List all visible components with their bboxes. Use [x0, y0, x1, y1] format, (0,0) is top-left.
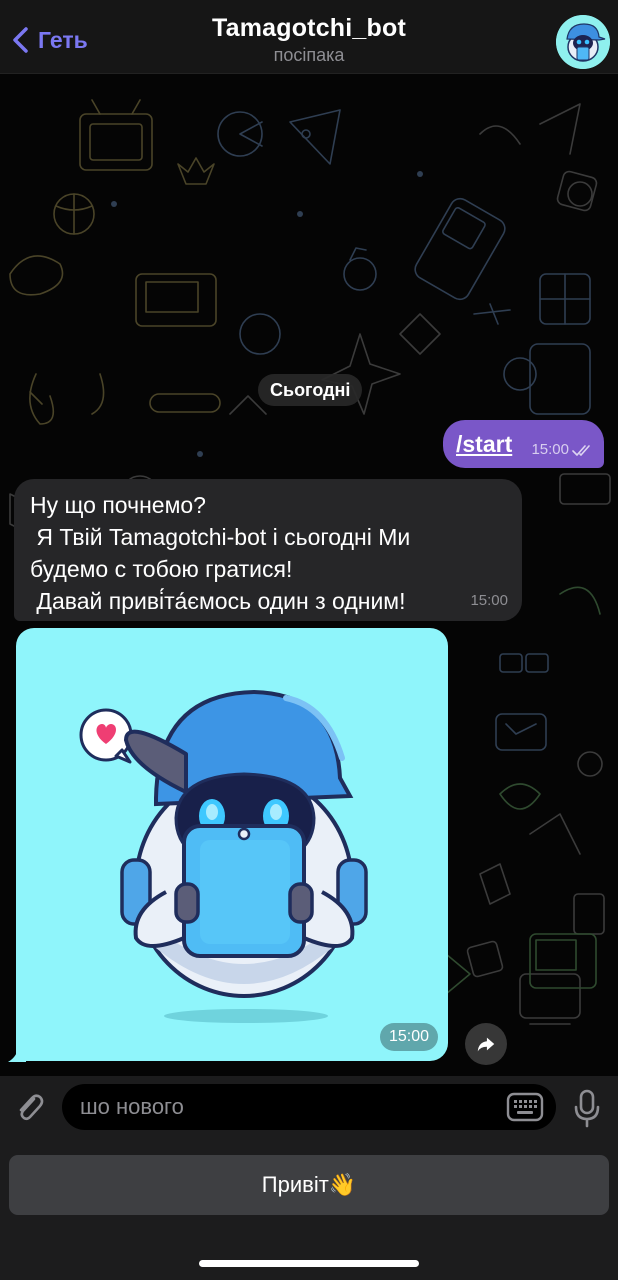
keyboard-icon[interactable]	[506, 1092, 544, 1122]
incoming-message[interactable]: Ну що почнемо? Я Твій Tamagotchi-bot і с…	[14, 479, 522, 621]
paperclip-icon[interactable]	[12, 1090, 48, 1126]
bubble-tail	[8, 1046, 26, 1062]
robot-avatar-icon	[556, 15, 610, 69]
message-input[interactable]	[62, 1084, 556, 1130]
chat-area[interactable]: Сьогодні /start 15:00 Ну що почнемо? Я Т…	[0, 74, 618, 1076]
forward-button[interactable]	[465, 1023, 507, 1065]
photo-message[interactable]: 15:00	[16, 628, 448, 1061]
share-arrow-icon	[477, 1037, 495, 1052]
microphone-icon[interactable]	[572, 1088, 602, 1128]
reply-keyboard: Привіт👋	[0, 1140, 618, 1280]
date-separator: Сьогодні	[258, 374, 363, 406]
composer-bar	[0, 1076, 618, 1140]
message-text: Ну що почнемо? Я Твій Tamagotchi-bot і с…	[30, 492, 411, 614]
heart-speech-bubble	[79, 708, 133, 764]
message-meta: 15:00	[531, 441, 594, 458]
photo-time: 15:00	[379, 1023, 438, 1051]
robot-illustration	[79, 689, 368, 1023]
home-indicator	[199, 1260, 419, 1267]
double-check-icon	[572, 444, 590, 456]
reply-button-hello[interactable]: Привіт👋	[9, 1155, 609, 1215]
chat-title-block[interactable]: Tamagotchi_bot посіпака	[0, 14, 618, 66]
command-link[interactable]: /start	[456, 431, 512, 458]
outgoing-message[interactable]: /start 15:00	[443, 420, 604, 468]
chat-header: Геть Tamagotchi_bot посіпака	[0, 0, 618, 74]
message-time: 15:00	[531, 441, 569, 458]
chat-subtitle: посіпака	[273, 45, 345, 65]
message-time: 15:00	[470, 592, 508, 609]
bot-avatar[interactable]	[556, 15, 610, 69]
chat-title: Tamagotchi_bot	[211, 14, 406, 42]
